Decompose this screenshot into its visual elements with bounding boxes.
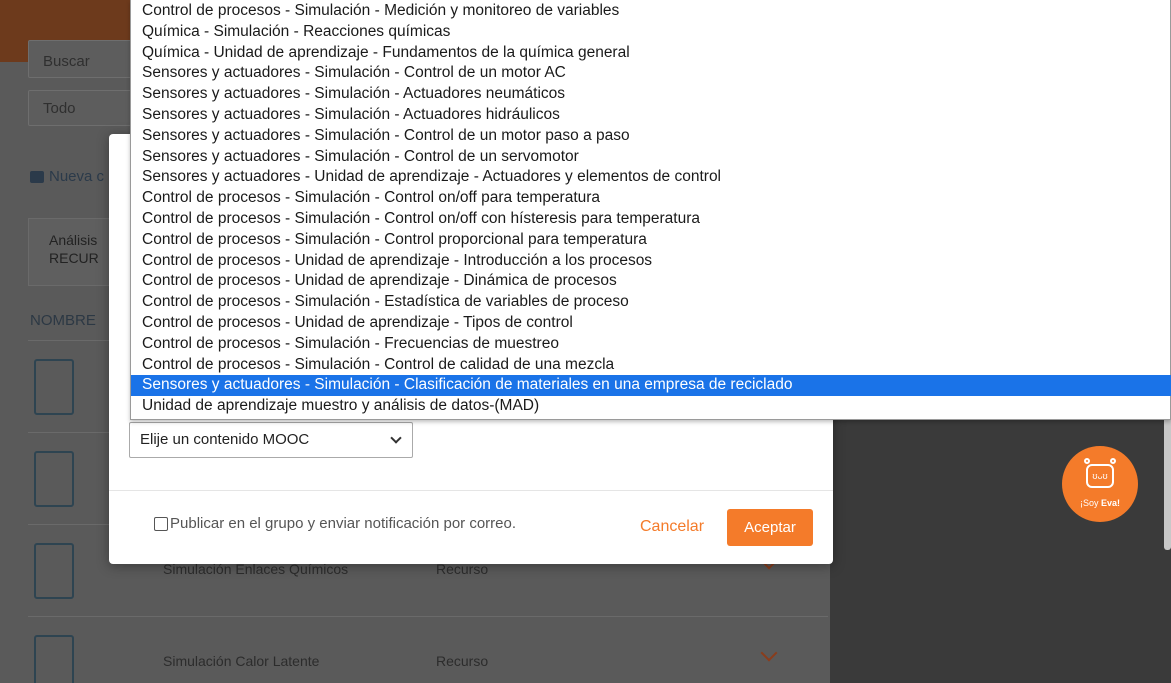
document-icon: [34, 359, 74, 415]
document-icon: [34, 451, 74, 507]
modal-footer: Publicar en el grupo y enviar notificaci…: [109, 490, 833, 564]
publish-label: Publicar en el grupo y enviar notificaci…: [170, 515, 517, 532]
table-row[interactable]: Simulación Calor Latente Recurso: [28, 616, 828, 683]
filter-select[interactable]: Todo: [28, 90, 138, 126]
eva-label: ¡Soy Eva!: [1062, 498, 1138, 508]
dropdown-option[interactable]: Control de procesos - Simulación - Medic…: [131, 1, 1171, 22]
publish-checkbox-label[interactable]: Publicar en el grupo y enviar notificaci…: [154, 515, 516, 532]
folder-icon: [30, 170, 44, 183]
dropdown-option[interactable]: Sensores y actuadores - Simulación - Act…: [131, 84, 1171, 105]
document-icon: [34, 635, 74, 683]
new-folder-label: Nueva c: [49, 168, 105, 185]
dropdown-option[interactable]: Sensores y actuadores - Simulación - Con…: [131, 126, 1171, 147]
dropdown-option[interactable]: Control de procesos - Simulación - Contr…: [131, 209, 1171, 230]
chevron-down-icon[interactable]: [760, 644, 778, 662]
chevron-down-icon: [390, 432, 402, 444]
dropdown-option[interactable]: Control de procesos - Simulación - Contr…: [131, 355, 1171, 376]
eva-label-prefix: ¡Soy: [1079, 498, 1101, 508]
mooc-select-value: Elije un contenido MOOC: [140, 431, 310, 448]
dropdown-option[interactable]: Control de procesos - Simulación - Contr…: [131, 230, 1171, 251]
row-type: Recurso: [436, 653, 489, 669]
eva-label-name: Eva!: [1101, 498, 1121, 508]
document-icon: [34, 543, 74, 599]
dropdown-option[interactable]: Control de procesos - Simulación - Contr…: [131, 188, 1171, 209]
column-header-name: NOMBRE: [30, 312, 96, 329]
antenna-icon: [1110, 458, 1116, 464]
dropdown-option[interactable]: Control de procesos - Simulación - Frecu…: [131, 334, 1171, 355]
dropdown-option[interactable]: Química - Unidad de aprendizaje - Fundam…: [131, 43, 1171, 64]
dropdown-option[interactable]: Unidad de aprendizaje muestro y análisis…: [131, 396, 1171, 417]
robot-face-icon: ʊᴗʊ: [1086, 464, 1114, 488]
cancel-button[interactable]: Cancelar: [640, 518, 704, 536]
card-line: Análisis: [49, 232, 98, 248]
publish-checkbox[interactable]: [154, 516, 168, 531]
dropdown-option[interactable]: Control de procesos - Unidad de aprendiz…: [131, 271, 1171, 292]
card-line: RECUR: [49, 250, 99, 266]
row-name: Simulación Calor Latente: [163, 653, 320, 669]
dropdown-option[interactable]: Sensores y actuadores - Unidad de aprend…: [131, 167, 1171, 188]
search-input[interactable]: Buscar: [28, 40, 138, 78]
new-folder-button[interactable]: Nueva c: [30, 168, 104, 185]
dropdown-option[interactable]: Control de procesos - Simulación - Estad…: [131, 292, 1171, 313]
mooc-select[interactable]: Elije un contenido MOOC: [129, 422, 413, 458]
mooc-options-list[interactable]: Control de procesos - Simulación - Medic…: [130, 0, 1171, 420]
dropdown-option[interactable]: Control de procesos - Unidad de aprendiz…: [131, 313, 1171, 334]
dropdown-option[interactable]: Sensores y actuadores - Simulación - Cla…: [131, 375, 1171, 397]
dropdown-option[interactable]: Control de procesos - Unidad de aprendiz…: [131, 251, 1171, 272]
accept-button[interactable]: Aceptar: [727, 509, 813, 546]
dropdown-option[interactable]: Química - Simulación - Reacciones químic…: [131, 22, 1171, 43]
dropdown-option[interactable]: Sensores y actuadores - Simulación - Con…: [131, 63, 1171, 84]
dropdown-option[interactable]: Sensores y actuadores - Simulación - Con…: [131, 147, 1171, 168]
antenna-icon: [1084, 458, 1090, 464]
dropdown-option[interactable]: Sensores y actuadores - Simulación - Act…: [131, 105, 1171, 126]
eva-assistant-button[interactable]: ʊᴗʊ ¡Soy Eva!: [1062, 446, 1138, 522]
